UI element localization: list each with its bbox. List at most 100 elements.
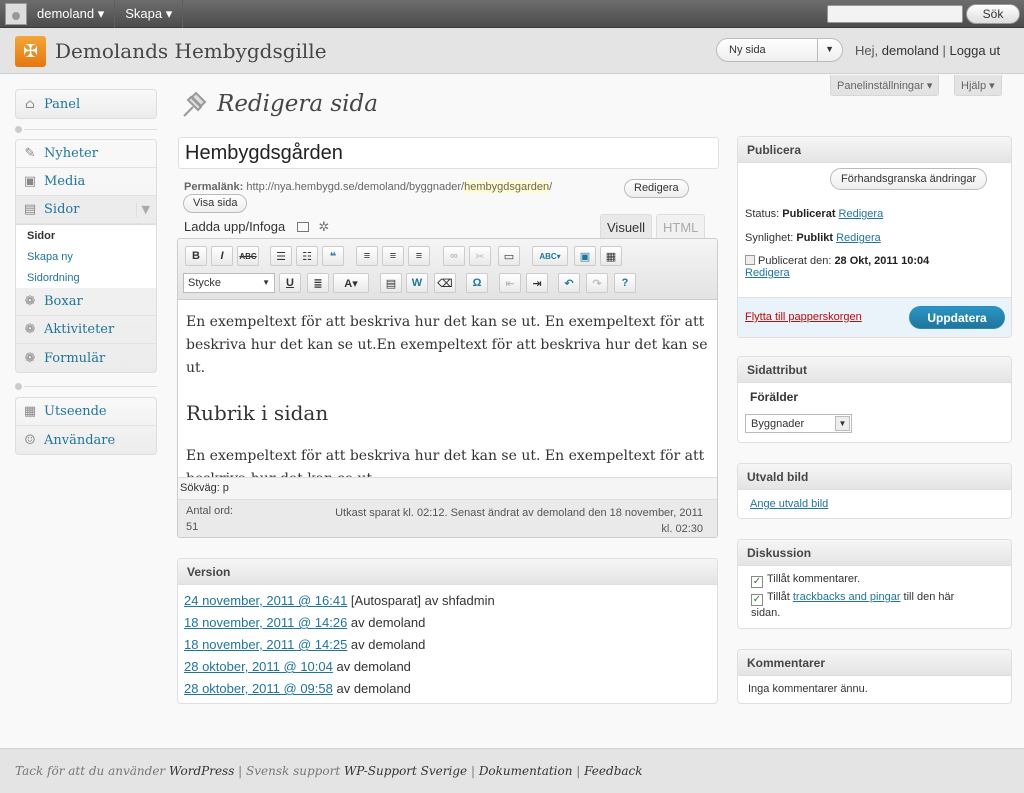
gear-icon[interactable]: ✲ [318, 219, 329, 234]
indent-icon[interactable]: ⇥ [526, 273, 548, 293]
outdent-icon[interactable]: ⇤ [499, 273, 521, 293]
kitchen-sink-icon[interactable]: ▦ [600, 246, 622, 266]
menu-separator [15, 383, 157, 390]
discussion-title[interactable]: Diskussion [738, 540, 1011, 566]
menu-item-forms[interactable]: ❁ Formulär [16, 344, 156, 372]
paste-text-icon[interactable]: ▤ [380, 273, 402, 293]
edit-slug-button[interactable]: Redigera [624, 179, 689, 198]
help-tab[interactable]: Hjälp ▾ [954, 75, 1002, 96]
home-icon: ⌂ [25, 96, 35, 112]
spellcheck-icon[interactable]: ABC▾ [532, 246, 568, 266]
create-menu[interactable]: Skapa ▾ [115, 0, 184, 28]
menu-group-settings: ▦ Utseende ☺ Användare [15, 397, 157, 455]
menu-item-posts[interactable]: ✎ Nyheter [16, 140, 156, 168]
link-icon[interactable]: ∞ [443, 246, 465, 266]
permalink-slug[interactable]: hembygdsgarden [464, 181, 550, 193]
allow-comments-checkbox[interactable]: ✓ [751, 575, 763, 588]
parent-select[interactable]: Byggnader ▼ [745, 414, 852, 433]
text-color-icon[interactable]: A▾ [333, 273, 369, 293]
feedback-link[interactable]: Feedback [584, 764, 642, 778]
bullet-list-icon[interactable]: ☰ [270, 246, 292, 266]
revision-link[interactable]: 28 oktober, 2011 @ 09:58 [184, 681, 333, 696]
menu-item-users[interactable]: ☺ Användare [16, 426, 156, 454]
menu-item-pages[interactable]: ▤ Sidor ▼ [16, 196, 156, 224]
bold-button[interactable]: B [185, 246, 207, 266]
submenu-item-add-new[interactable]: Skapa ny [16, 246, 156, 267]
trackbacks-link[interactable]: trackbacks and pingar [793, 591, 901, 603]
redo-icon[interactable]: ↷ [586, 273, 608, 293]
blockquote-icon[interactable]: ❝ [322, 246, 344, 266]
page-attributes-title[interactable]: Sidattribut [738, 357, 1011, 383]
align-left-icon[interactable]: ≡ [356, 246, 378, 266]
revision-link[interactable]: 18 november, 2011 @ 14:26 [184, 615, 347, 630]
trash-link[interactable]: Flytta till papperskorgen [745, 311, 862, 323]
submenu-item-page-order[interactable]: Sidordning [16, 267, 156, 288]
paste-word-icon[interactable]: W [406, 273, 428, 293]
logout-link[interactable]: Logga ut [949, 43, 1000, 58]
preview-changes-button[interactable]: Förhandsgranska ändringar [830, 168, 988, 190]
site-title[interactable]: Demolands Hembygdsgille [55, 39, 327, 63]
title-input[interactable]: Hembygdsgården [178, 137, 719, 169]
chevron-down-icon: ▼ [835, 416, 850, 431]
underline-button[interactable]: U [279, 273, 301, 293]
favorite-actions-dropdown[interactable]: Ny sida ▼ [716, 38, 843, 62]
numbered-list-icon[interactable]: ☷ [296, 246, 318, 266]
align-right-icon[interactable]: ≡ [408, 246, 430, 266]
eraser-icon[interactable]: ⌫ [434, 273, 456, 293]
user-avatar-icon[interactable] [5, 2, 27, 25]
add-media-icon[interactable] [296, 222, 309, 232]
footer: Tack för att du använder WordPress | Sve… [0, 748, 1024, 793]
calendar-icon [745, 255, 755, 265]
comments-box: Kommentarer Inga kommentarer ännu. [737, 649, 1012, 704]
italic-button[interactable]: I [211, 246, 233, 266]
screen-options-tab[interactable]: Panelinställningar ▾ [830, 75, 940, 96]
editor-content[interactable]: En exempeltext för att beskriva hur det … [178, 301, 717, 477]
submenu-item-pages[interactable]: Sidor [16, 225, 156, 246]
menu-item-activities[interactable]: ❁ Aktiviteter [16, 316, 156, 344]
publish-title[interactable]: Publicera [738, 137, 1011, 163]
publish-actions: Flytta till papperskorgen Uppdatera [738, 297, 1011, 337]
permalink: Permalänk: http://nya.hembygd.se/demolan… [184, 181, 553, 193]
edit-status-link[interactable]: Redigera [839, 208, 884, 220]
more-tag-icon[interactable]: ▭ [498, 246, 520, 266]
featured-image-title[interactable]: Utvald bild [738, 464, 1011, 490]
menu-item-media[interactable]: ▣ Media [16, 168, 156, 196]
site-menu[interactable]: demoland ▾ [27, 0, 116, 28]
comments-title[interactable]: Kommentarer [738, 650, 1011, 676]
pushpin-icon [180, 88, 210, 120]
menu-item-appearance[interactable]: ▦ Utseende [16, 398, 156, 426]
special-char-icon[interactable]: Ω [466, 273, 488, 293]
help-icon[interactable]: ? [614, 273, 636, 293]
allow-trackbacks-checkbox[interactable]: ✓ [751, 593, 763, 606]
search-button[interactable]: Sök [966, 3, 1020, 24]
set-featured-image-link[interactable]: Ange utvald bild [750, 498, 828, 510]
tab-visual[interactable]: Visuell [600, 214, 653, 239]
word-count-label: Antal ord: [186, 505, 234, 517]
edit-date-link[interactable]: Redigera [745, 267, 790, 279]
documentation-link[interactable]: Dokumentation [479, 764, 573, 778]
fullscreen-icon[interactable]: ▣ [574, 246, 596, 266]
user-profile-link[interactable]: demoland [882, 43, 939, 58]
menu-item-dashboard[interactable]: ⌂ Panel [16, 90, 156, 118]
discussion-box: Diskussion ✓ Tillåt kommentarer. ✓ Tillåt … [737, 539, 1012, 629]
tab-html[interactable]: HTML [656, 214, 706, 239]
unlink-icon[interactable]: ✂ [469, 246, 491, 266]
update-button[interactable]: Uppdatera [909, 306, 1005, 329]
support-link[interactable]: WP-Support Sverige [344, 764, 467, 778]
strikethrough-button[interactable]: ABC [237, 246, 259, 266]
wordpress-link[interactable]: WordPress [169, 764, 234, 778]
undo-icon[interactable]: ↶ [558, 273, 580, 293]
chevron-down-icon[interactable]: ▼ [135, 203, 150, 217]
justify-icon[interactable]: ≣ [307, 273, 329, 293]
revisions-title[interactable]: Version [178, 559, 717, 585]
edit-visibility-link[interactable]: Redigera [836, 232, 881, 244]
revision-link[interactable]: 24 november, 2011 @ 16:41 [184, 593, 347, 608]
align-center-icon[interactable]: ≡ [382, 246, 404, 266]
format-select[interactable]: Stycke ▼ [183, 273, 275, 293]
search-input[interactable] [827, 4, 963, 23]
revision-link[interactable]: 18 november, 2011 @ 14:25 [184, 637, 347, 652]
revision-link[interactable]: 28 oktober, 2011 @ 10:04 [184, 659, 333, 674]
no-comments: Inga kommentarer ännu. [748, 683, 868, 695]
menu-item-boxes[interactable]: ❁ Boxar [16, 288, 156, 316]
view-page-button[interactable]: Visa sida [183, 194, 248, 213]
